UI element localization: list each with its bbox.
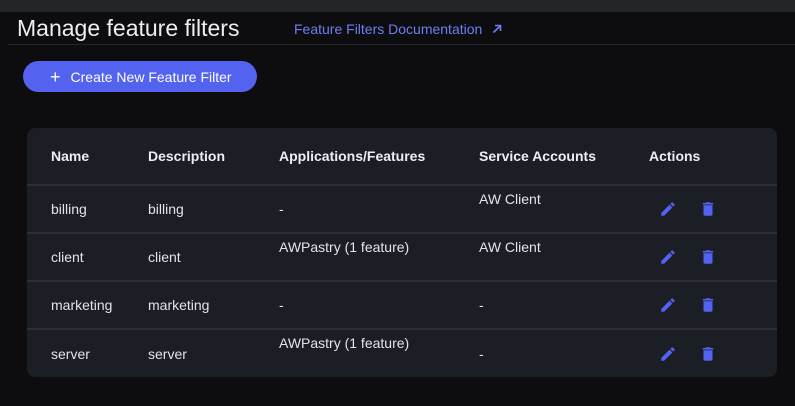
cell-actions bbox=[649, 329, 777, 377]
cell-service-accounts: - bbox=[479, 281, 649, 330]
feature-filters-table: Name Description Applications/Features S… bbox=[27, 128, 777, 377]
cell-description: billing bbox=[148, 185, 279, 234]
cell-applications: AWPastry (1 feature) bbox=[279, 335, 410, 351]
feature-filters-table-card: Name Description Applications/Features S… bbox=[27, 128, 777, 377]
column-header-service-accounts: Service Accounts bbox=[479, 128, 649, 186]
cell-description: server bbox=[148, 345, 187, 362]
cell-actions bbox=[649, 281, 777, 330]
column-header-actions: Actions bbox=[649, 128, 777, 186]
cell-actions bbox=[649, 185, 777, 234]
column-header-applications: Applications/Features bbox=[279, 128, 479, 186]
table-header-row: Name Description Applications/Features S… bbox=[27, 128, 777, 186]
page-title: Manage feature filters bbox=[17, 15, 240, 41]
create-feature-filter-button[interactable]: + Create New Feature Filter bbox=[23, 61, 257, 92]
plus-icon: + bbox=[50, 66, 61, 87]
cell-service-accounts: - bbox=[479, 345, 484, 362]
table-row: billing billing - AW Client bbox=[27, 185, 777, 234]
cell-name: billing bbox=[27, 185, 148, 234]
cell-description: marketing bbox=[148, 281, 279, 330]
cell-description: client bbox=[148, 233, 279, 282]
column-header-name: Name bbox=[27, 128, 148, 186]
table-row: client client AWPastry (1 feature) AW Cl… bbox=[27, 233, 777, 282]
cell-actions bbox=[649, 233, 777, 282]
page-header: Manage feature filters Feature Filters D… bbox=[8, 12, 795, 45]
cell-service-accounts: AW Client bbox=[479, 233, 649, 282]
edit-icon[interactable] bbox=[658, 295, 678, 315]
edit-icon[interactable] bbox=[658, 199, 678, 219]
table-row: marketing marketing - - bbox=[27, 281, 777, 330]
documentation-link-label: Feature Filters Documentation bbox=[294, 21, 483, 37]
cell-applications: AWPastry (1 feature) bbox=[279, 233, 479, 282]
delete-icon[interactable] bbox=[698, 344, 718, 364]
cell-name: server bbox=[51, 345, 90, 362]
cell-applications: - bbox=[279, 281, 479, 330]
column-header-description: Description bbox=[148, 128, 279, 186]
documentation-link[interactable]: Feature Filters Documentation bbox=[294, 21, 503, 37]
cell-name: client bbox=[27, 233, 148, 282]
top-bar bbox=[0, 0, 795, 12]
cell-name: marketing bbox=[27, 281, 148, 330]
arrow-up-right-icon bbox=[493, 24, 502, 34]
create-feature-filter-label: Create New Feature Filter bbox=[70, 68, 232, 85]
edit-icon[interactable] bbox=[658, 344, 678, 364]
cell-service-accounts: AW Client bbox=[479, 185, 649, 234]
table-row: server server AWPastry (1 feature) - bbox=[27, 329, 777, 377]
cell-applications: - bbox=[279, 185, 479, 234]
delete-icon[interactable] bbox=[698, 199, 718, 219]
edit-icon[interactable] bbox=[658, 247, 678, 267]
delete-icon[interactable] bbox=[698, 247, 718, 267]
delete-icon[interactable] bbox=[698, 295, 718, 315]
